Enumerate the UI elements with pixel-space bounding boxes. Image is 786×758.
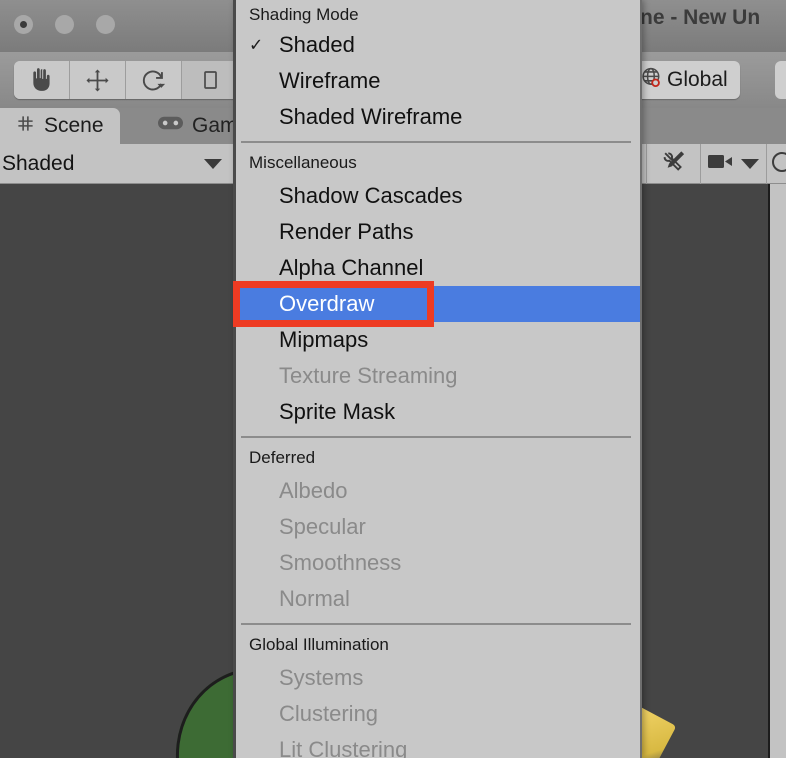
shading-mode-dropdown-menu[interactable]: Shading Mode ✓ Shaded Wireframe Shaded Wiref… <box>233 0 642 758</box>
menu-item-label: Sprite Mask <box>279 399 396 424</box>
scene-camera-button[interactable] <box>700 144 766 184</box>
hand-tool-button[interactable] <box>14 61 70 99</box>
toolbar-extra-button[interactable] <box>775 61 786 99</box>
scale-icon <box>198 67 222 93</box>
menu-item-label: Normal <box>279 586 350 611</box>
menu-item-texture-streaming: Texture Streaming <box>236 358 640 394</box>
menu-separator <box>236 430 640 443</box>
traffic-light-buttons[interactable] <box>14 15 115 34</box>
menu-item-label: Systems <box>279 665 364 690</box>
tab-game-label: Gam <box>192 114 238 137</box>
move-tool-button[interactable] <box>70 61 126 99</box>
menu-item-label: Overdraw <box>279 291 375 316</box>
scale-tool-button[interactable] <box>182 61 238 99</box>
menu-separator <box>236 617 640 630</box>
menu-item-alpha-channel[interactable]: Alpha Channel <box>236 250 640 286</box>
menu-item-lit-clustering: Lit Clustering <box>236 732 640 758</box>
menu-section-header: Global Illumination <box>249 635 389 654</box>
move-arrows-icon <box>84 67 111 94</box>
menu-section-header: Miscellaneous <box>249 153 357 172</box>
pivot-rotation-label: Global <box>667 68 728 91</box>
menu-separator <box>236 135 640 148</box>
menu-item-label: Mipmaps <box>279 327 369 352</box>
rotate-icon <box>140 67 167 94</box>
menu-item-label: Shaded Wireframe <box>279 104 463 129</box>
camera-icon <box>708 153 734 175</box>
scene-gizmos-button[interactable] <box>766 144 786 184</box>
menu-item-sprite-mask[interactable]: Sprite Mask <box>236 394 640 430</box>
unity-editor-window: ne - New Un Global Scene Gam Shaded Shad… <box>0 0 786 758</box>
menu-item-specular: Specular <box>236 509 640 545</box>
minimize-button-icon[interactable] <box>55 15 74 34</box>
menu-item-albedo: Albedo <box>236 473 640 509</box>
menu-item-shaded-wireframe[interactable]: Shaded Wireframe <box>236 99 640 135</box>
menu-item-label: Smoothness <box>279 550 402 575</box>
close-button-icon[interactable] <box>14 15 33 34</box>
tab-scene-label: Scene <box>44 114 104 137</box>
menu-item-systems: Systems <box>236 660 640 696</box>
wrench-pencil-icon <box>661 149 686 179</box>
hand-icon <box>29 67 55 93</box>
menu-item-label: Wireframe <box>279 68 381 93</box>
gamepad-icon <box>158 114 183 138</box>
zoom-button-icon[interactable] <box>96 15 115 34</box>
menu-item-shaded[interactable]: ✓ Shaded <box>236 27 640 63</box>
window-title: ne - New Un <box>640 6 761 29</box>
shading-mode-dropdown[interactable]: Shaded <box>0 144 232 184</box>
menu-item-label: Alpha Channel <box>279 255 424 280</box>
pivot-rotation-button[interactable]: Global <box>631 61 740 99</box>
menu-item-normal: Normal <box>236 581 640 617</box>
menu-item-wireframe[interactable]: Wireframe <box>236 63 640 99</box>
menu-item-render-paths[interactable]: Render Paths <box>236 214 640 250</box>
menu-item-smoothness: Smoothness <box>236 545 640 581</box>
menu-item-label: Render Paths <box>279 219 414 244</box>
menu-item-label: Texture Streaming <box>279 363 458 388</box>
menu-item-label: Clustering <box>279 701 379 726</box>
scene-tools-button[interactable] <box>646 144 700 184</box>
shading-mode-value: Shaded <box>2 152 75 175</box>
checkmark-icon: ✓ <box>249 35 264 55</box>
grid-icon <box>16 114 35 139</box>
menu-item-shadow-cascades[interactable]: Shadow Cascades <box>236 178 640 214</box>
menu-item-label: Shadow Cascades <box>279 183 463 208</box>
transform-tools-group[interactable] <box>14 61 238 99</box>
menu-item-clustering: Clustering <box>236 696 640 732</box>
menu-item-label: Shaded <box>279 32 355 57</box>
menu-item-label: Specular <box>279 514 366 539</box>
menu-item-label: Albedo <box>279 478 348 503</box>
tab-scene[interactable]: Scene <box>0 108 120 144</box>
globe-icon <box>639 65 665 96</box>
menu-item-overdraw[interactable]: Overdraw <box>236 286 640 322</box>
chevron-down-icon <box>741 159 759 169</box>
menu-item-mipmaps[interactable]: Mipmaps <box>236 322 640 358</box>
menu-section-header: Deferred <box>249 448 316 467</box>
viewport-right-panel-strip <box>770 184 786 758</box>
circle-icon <box>770 150 786 179</box>
menu-item-label: Lit Clustering <box>279 737 408 758</box>
chevron-down-icon <box>204 159 222 169</box>
menu-section-header: Shading Mode <box>249 4 359 24</box>
rotate-tool-button[interactable] <box>126 61 182 99</box>
